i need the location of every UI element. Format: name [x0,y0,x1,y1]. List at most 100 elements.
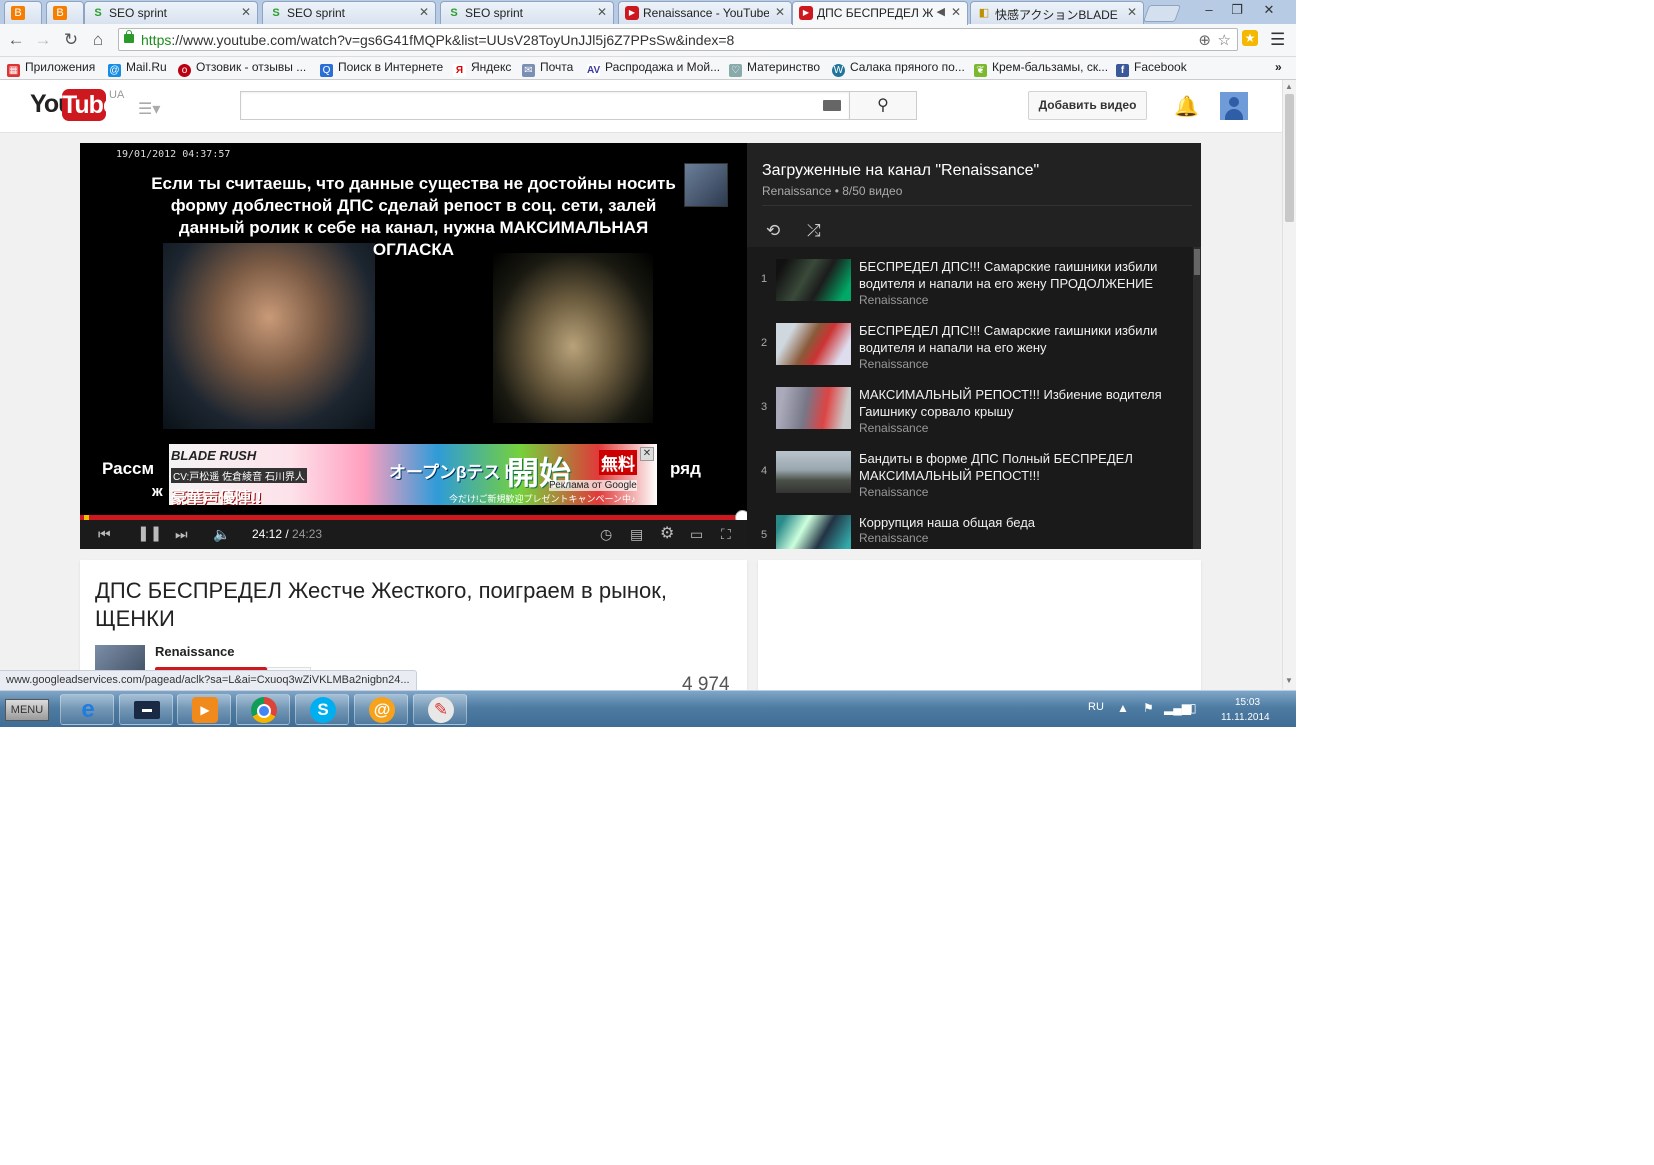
extension-star-icon[interactable]: ★ [1242,30,1258,46]
fullscreen-icon[interactable]: ⛶ [721,526,731,542]
ad-close-icon[interactable]: ✕ [640,447,654,461]
close-tab-icon[interactable]: ✕ [775,5,785,19]
youtube-logo-tube[interactable]: Tube [62,89,117,121]
account-avatar[interactable] [1220,92,1248,120]
shuffle-icon[interactable]: ⤮ [807,221,821,241]
tab-blogger[interactable]: B [4,1,42,24]
tab-pinned-2[interactable]: B [46,1,84,24]
video-thumbnail[interactable] [776,451,851,493]
bookmark-star-icon[interactable]: ☆ [1218,31,1231,49]
bookmark-otzovik[interactable]: o Отзовик - отзывы ... [178,60,306,77]
playlist-item-title[interactable]: Бандиты в форме ДПС Полный БЕСПРЕДЕЛ МАК… [859,450,1184,484]
zoom-icon[interactable]: ⊕ [1198,31,1211,49]
home-icon[interactable]: ⌂ [87,30,109,50]
bookmark-search[interactable]: Q Поиск в Интернете [320,60,443,77]
guide-menu-icon[interactable]: ☰▾ [138,99,160,119]
forward-icon[interactable]: → [32,30,54,50]
playlist-item-title[interactable]: Коррупция наша общая беда [859,514,1184,531]
taskbar-app-paint[interactable]: ✎ [413,694,467,725]
playlist-item[interactable]: 4 Бандиты в форме ДПС Полный БЕСПРЕДЕЛ М… [747,441,1187,501]
tab-blade-rush[interactable]: ◧ 快感アクションBLADE RU ✕ [970,1,1144,24]
network-error-icon[interactable]: ⚑ [1143,701,1154,715]
taskbar-app-icq[interactable]: @ [354,694,408,725]
bookmark-mailru[interactable]: @ Mail.Ru [108,60,167,77]
volume-icon[interactable]: 🔈 [213,526,230,542]
loop-icon[interactable]: ⟲ [766,221,780,241]
page-scrollbar[interactable]: ▲ ▼ [1282,80,1296,689]
close-tab-icon[interactable]: ✕ [419,5,429,19]
tab-seo-sprint-3[interactable]: S SEO sprint ✕ [440,1,614,24]
playlist-scrollbar[interactable] [1193,247,1201,549]
tab-renaissance-youtube[interactable]: ▶ Renaissance - YouTube ✕ [618,1,792,24]
keyboard-icon[interactable] [823,100,841,111]
bookmark-maternity[interactable]: ♡ Материнство [729,60,820,77]
video-thumbnail[interactable] [776,387,851,429]
ad-label[interactable]: Реклама от Google [549,480,637,491]
video-player[interactable]: 19/01/2012 04:37:57 Если ты считаешь, чт… [80,143,747,549]
tab-seo-sprint-1[interactable]: S SEO sprint ✕ [84,1,258,24]
upload-button[interactable]: Добавить видео [1028,91,1147,120]
bookmark-yandex[interactable]: Я Яндекс [453,60,511,77]
scrollbar-thumb[interactable] [1285,94,1294,222]
next-icon[interactable]: ⏭ [175,526,188,542]
tab-seo-sprint-2[interactable]: S SEO sprint ✕ [262,1,436,24]
bookmark-sale[interactable]: AV Распродажа и Мой... [587,60,720,77]
bookmark-facebook[interactable]: f Facebook [1116,60,1187,77]
scrollbar-thumb[interactable] [1194,249,1200,275]
search-input[interactable] [240,91,850,120]
bookmarks-overflow-button[interactable]: » [1275,60,1282,74]
overlay-ad-banner[interactable]: BLADE RUSH CV:戸松遥 佐倉綾音 石川界人 豪華声優陣!! オープン… [169,444,657,505]
taskbar-app-chrome[interactable] [236,694,290,725]
settings-gear-icon[interactable]: ⚙ [660,526,674,542]
channel-name[interactable]: Renaissance [155,644,235,659]
video-thumbnail[interactable] [776,323,851,365]
captions-icon[interactable]: ▤ [630,526,643,542]
start-menu-button[interactable]: MENU [5,699,49,721]
theater-mode-icon[interactable]: ▭ [690,526,703,542]
bookmark-mail[interactable]: ✉ Почта [522,60,573,77]
language-indicator[interactable]: RU [1088,701,1104,713]
playlist-item-title[interactable]: БЕСПРЕДЕЛ ДПС!!! Самарские гаишники изби… [859,322,1184,356]
playlist-item-title[interactable]: БЕСПРЕДЕЛ ДПС!!! Самарские гаишники изби… [859,258,1184,292]
power-icon[interactable]: ▯ [1190,701,1197,715]
scroll-down-icon[interactable]: ▼ [1285,676,1293,685]
tab-active-video[interactable]: ▶ ДПС БЕСПРЕДЕЛ Ж ◀ ✕ [792,1,968,25]
playlist-item-title[interactable]: МАКСИМАЛЬНЫЙ РЕПОСТ!!! Избиение водителя… [859,386,1184,420]
reload-icon[interactable]: ↻ [60,30,82,50]
taskbar-app-ie[interactable]: e [60,694,114,725]
new-tab-button[interactable] [1142,5,1182,22]
address-bar[interactable]: https://www.youtube.com/watch?v=gs6G41fM… [118,28,1238,51]
playlist-item[interactable]: 1 БЕСПРЕДЕЛ ДПС!!! Самарские гаишники из… [747,249,1187,309]
playlist-item[interactable]: 2 БЕСПРЕДЕЛ ДПС!!! Самарские гаишники из… [747,313,1187,373]
tray-expand-icon[interactable]: ▲ [1117,701,1129,715]
watch-later-icon[interactable]: ◷ [600,526,612,542]
chrome-menu-icon[interactable]: ☰ [1270,30,1285,50]
bookmark-apps[interactable]: ▦ Приложения [7,60,95,77]
playlist-item[interactable]: 3 МАКСИМАЛЬНЫЙ РЕПОСТ!!! Избиение водите… [747,377,1187,437]
signal-icon[interactable]: ▂▄▆ [1164,701,1191,715]
video-thumbnail[interactable] [776,259,851,301]
close-tab-icon[interactable]: ✕ [597,5,607,19]
bookmark-cream[interactable]: ❦ Крем-бальзамы, ск... [974,60,1108,77]
search-button[interactable]: ⚲ [849,91,917,120]
pause-icon[interactable]: ❚❚ [137,526,162,542]
bookmark-salaka[interactable]: W Салака пряного по... [832,60,965,77]
restore-icon[interactable]: ❐ [1224,2,1250,18]
video-thumbnail[interactable] [776,515,851,549]
scroll-up-icon[interactable]: ▲ [1285,82,1293,91]
back-icon[interactable]: ← [5,30,27,50]
close-tab-icon[interactable]: ✕ [241,5,251,19]
taskbar-app-skype[interactable]: S [295,694,349,725]
previous-icon[interactable]: ⏮ [98,526,111,542]
clock-time[interactable]: 15:03 [1235,697,1260,708]
playlist-title[interactable]: Загруженные на канал "Renaissance" [762,162,1039,180]
taskbar-app-player[interactable]: ▶ [177,694,231,725]
clock-date[interactable]: 11.11.2014 [1221,712,1270,723]
minimize-icon[interactable]: – [1196,2,1222,17]
close-window-icon[interactable]: ✕ [1256,2,1282,18]
close-tab-icon[interactable]: ✕ [951,5,961,19]
playlist-item[interactable]: 5 Коррупция наша общая беда Renaissance [747,505,1187,549]
notifications-bell-icon[interactable]: 🔔 [1174,94,1199,119]
close-tab-icon[interactable]: ✕ [1127,5,1137,19]
taskbar-app-desktop[interactable]: ▬ [119,694,173,725]
